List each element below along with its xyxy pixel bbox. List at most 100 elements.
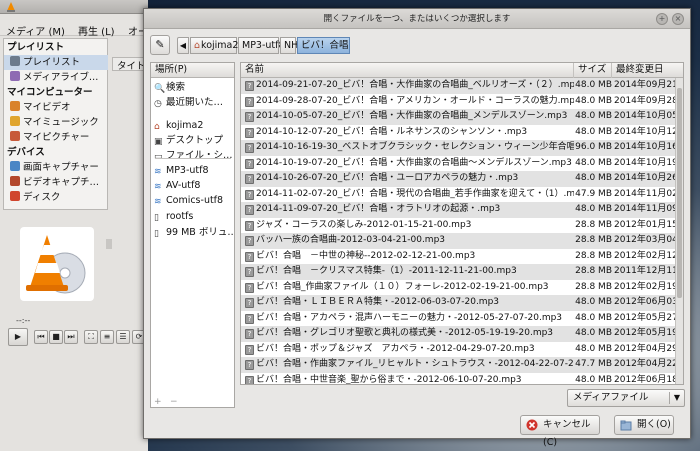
column-size[interactable]: サイズ: [574, 63, 612, 78]
place-item[interactable]: ▣ デスクトップ: [151, 133, 234, 148]
file-row[interactable]: ? ビバ！合唱 －クリスマス特集-（1）-2011-12-11-21-00.mp3…: [241, 264, 675, 280]
breadcrumb-label: MP3-utf8: [242, 40, 285, 51]
file-row[interactable]: ? ビバ！合唱・ポップ＆ジャズ アカペラ・-2012-04-29-07-20.mp…: [241, 342, 675, 358]
add-bookmark-button[interactable]: +: [154, 397, 162, 407]
file-row[interactable]: ? ビバ！合唱・作曲家ファイル_リヒャルト・シュトラウス・-2012-04-22-…: [241, 357, 675, 373]
drive-icon: ▯: [154, 229, 159, 239]
play-button[interactable]: ▶: [8, 328, 28, 346]
place-label: rootfs: [166, 211, 194, 222]
menu-media[interactable]: メディア (M): [6, 23, 65, 38]
file-size: 48.0 MB: [575, 374, 612, 385]
folder-open-icon: [620, 420, 632, 431]
file-row[interactable]: ? ビバ！合唱・中世音楽_聖から俗まで・-2012-06-10-07-20.mp3…: [241, 373, 675, 385]
cancel-label: キャンセル(C): [543, 419, 591, 448]
place-item[interactable]: ◷ 最近開いた…: [151, 95, 234, 110]
column-name[interactable]: 名前: [241, 63, 574, 78]
unknown-file-icon: ?: [245, 360, 254, 370]
unknown-file-icon: ?: [245, 267, 254, 277]
playlist-scrollbar[interactable]: [106, 239, 112, 249]
place-item[interactable]: ▭ ファイル・シ…: [151, 148, 234, 163]
cancel-button[interactable]: キャンセル(C): [520, 415, 600, 448]
file-type-filter[interactable]: メディアファイル ▼: [567, 389, 685, 407]
cancel-icon: [526, 419, 538, 431]
playlist-toggle-button[interactable]: ☰: [116, 330, 130, 344]
next-button[interactable]: ⏭: [64, 330, 78, 344]
place-item[interactable]: ▯ 99 MB ボリュ…: [151, 225, 234, 240]
file-size: 28.8 MB: [575, 250, 612, 261]
playlist-icon: [10, 56, 20, 66]
place-item[interactable]: ▯ rootfs: [151, 209, 234, 224]
stop-button[interactable]: ■: [49, 330, 63, 344]
unknown-file-icon: ?: [245, 127, 254, 138]
playlist-item-label: ビデオキャプチ…: [23, 177, 100, 188]
file-row[interactable]: ? 2014-09-21-07-20_ビバ！合唱・大作曲家の合唱曲_ベルリオーズ・…: [241, 78, 675, 94]
playlist-sidebar-item[interactable]: プレイリスト: [4, 55, 108, 70]
fullscreen-button[interactable]: ⛶: [84, 330, 98, 344]
place-item[interactable]: ≋ AV-utf8: [151, 178, 234, 193]
breadcrumb-item[interactable]: MP3-utf8: [238, 37, 285, 54]
file-row[interactable]: ? 2014-10-16-19-30_ベストオブクラシック・セレクション・ウィーン…: [241, 140, 675, 156]
file-name: 2014-09-28-07-20_ビバ！合唱・アメリカン・オールド・コーラスの魅…: [256, 95, 574, 106]
file-modified-date: 2014年09月28日: [614, 95, 675, 106]
playlist-sidebar-item[interactable]: ビデオキャプチ…: [4, 175, 108, 190]
file-row[interactable]: ? 2014-11-02-07-20_ビバ！合唱・現代の合唱曲_若手作曲家を迎えて…: [241, 187, 675, 203]
file-size: 48.0 MB: [575, 328, 612, 338]
location-edit-button[interactable]: ✎: [150, 35, 170, 55]
playlist-sidebar-item[interactable]: マイピクチャー: [4, 130, 108, 145]
place-label: AV-utf8: [166, 180, 201, 191]
file-row[interactable]: ? 2014-10-05-07-20_ビバ！合唱・大作曲家の合唱曲_メンデルスゾー…: [241, 109, 675, 125]
breadcrumb-label: ビバ！合唱: [301, 40, 349, 51]
playlist-item-label: デバイス: [7, 147, 45, 158]
playlist-sidebar-item[interactable]: マイミュージック: [4, 115, 108, 130]
file-row[interactable]: ? 2014-10-19-07-20_ビバ！合唱・大作曲家の合唱曲～メンデルスゾー…: [241, 156, 675, 172]
prev-button[interactable]: ⏮: [34, 330, 48, 344]
place-label: kojima2: [166, 120, 204, 131]
file-modified-date: 2014年10月26日: [614, 173, 675, 183]
playlist-sidebar-item[interactable]: マイビデオ: [4, 100, 108, 115]
unknown-file-icon: ?: [245, 236, 254, 246]
place-item[interactable]: 🔍検索: [151, 80, 234, 95]
unknown-file-icon: ?: [245, 189, 254, 200]
breadcrumb-item[interactable]: NHK: [280, 37, 304, 54]
path-scroll-left-button[interactable]: ◀: [177, 37, 189, 54]
file-size: 48.0 MB: [575, 204, 612, 214]
eq-button[interactable]: ≡: [100, 330, 114, 344]
file-row[interactable]: ? ビバ！合唱・ＬＩＢＥＲＡ特集・-2012-06-03-07-20.mp3 48.…: [241, 295, 675, 311]
playlist-sidebar-item[interactable]: 画面キャプチャー: [4, 160, 108, 175]
network-folder-icon: ≋: [154, 197, 162, 207]
file-modified-date: 2012年04月29日: [614, 343, 675, 354]
playlist-sidebar-item[interactable]: メディアライブ…: [4, 70, 108, 85]
breadcrumb-item[interactable]: ⌂kojima2: [190, 37, 238, 54]
open-button[interactable]: 開く(O): [614, 415, 674, 435]
file-list-scrollbar[interactable]: [675, 78, 683, 384]
place-item[interactable]: ≋ MP3-utf8: [151, 163, 234, 178]
file-name: ビバ！合唱 －クリスマス特集-（1）-2011-12-11-21-00.mp3: [256, 266, 517, 276]
place-item[interactable]: ≋ Comics-utf8: [151, 193, 234, 208]
place-item[interactable]: ⌂ kojima2: [151, 118, 234, 133]
column-modified[interactable]: 最終変更日: [612, 63, 683, 78]
scrollbar-thumb[interactable]: [677, 88, 682, 298]
remove-bookmark-button[interactable]: −: [170, 397, 178, 407]
file-row[interactable]: ? 2014-10-12-07-20_ビバ！合唱・ルネサンスのシャンソン・.mp3…: [241, 125, 675, 141]
playlist-sidebar-item[interactable]: ディスク: [4, 190, 108, 205]
video-capture-icon: [10, 176, 20, 186]
file-row[interactable]: ? 2014-09-28-07-20_ビバ！合唱・アメリカン・オールド・コーラスの…: [241, 94, 675, 110]
file-row[interactable]: ? ビバ！合唱・グレゴリオ聖歌と典礼の様式美・-2012-05-19-19-20.…: [241, 326, 675, 342]
file-row[interactable]: ? ジャズ・コーラスの楽しみ-2012-01-15-21-00.mp3 28.8 M…: [241, 218, 675, 234]
file-name: ビバ！合唱・作曲家ファイル_リヒャルト・シュトラウス・-2012-04-22-0…: [256, 359, 574, 369]
file-row[interactable]: ? ビバ！合唱_作曲家ファイル（１０）フォーレ-2012-02-19-21-00.…: [241, 280, 675, 296]
file-name: 2014-10-05-07-20_ビバ！合唱・大作曲家の合唱曲_メンデルスゾーン…: [256, 111, 568, 121]
unknown-file-icon: ?: [245, 220, 254, 231]
menu-playback[interactable]: 再生 (L): [78, 23, 115, 38]
file-row[interactable]: ? 2014-11-09-07-20_ビバ！合唱・オラトリオの起源・.mp3 48.…: [241, 202, 675, 218]
file-row[interactable]: ? ビバ！合唱・アカペラ・混声ハーモニーの魅力・-2012-05-27-07-20…: [241, 311, 675, 327]
file-row[interactable]: ? 2014-10-26-07-20_ビバ！合唱・ユーロアカペラの魅力・.mp3 4…: [241, 171, 675, 187]
maximize-icon[interactable]: +: [656, 13, 668, 25]
file-row[interactable]: ? ビバ！合唱 －中世の神秘--2012-02-12-21-00.mp3 28.8 …: [241, 249, 675, 265]
file-row[interactable]: ? バッハ一族の合唱曲-2012-03-04-21-00.mp3 28.8 MB 20…: [241, 233, 675, 249]
playlist-item-label: マイピクチャー: [23, 132, 90, 143]
close-icon[interactable]: ×: [672, 13, 684, 25]
breadcrumb-item[interactable]: ビバ！合唱: [297, 37, 350, 54]
file-name: ビバ！合唱_作曲家ファイル（１０）フォーレ-2012-02-19-21-00.m…: [256, 281, 549, 292]
place-label: MP3-utf8: [166, 165, 209, 176]
